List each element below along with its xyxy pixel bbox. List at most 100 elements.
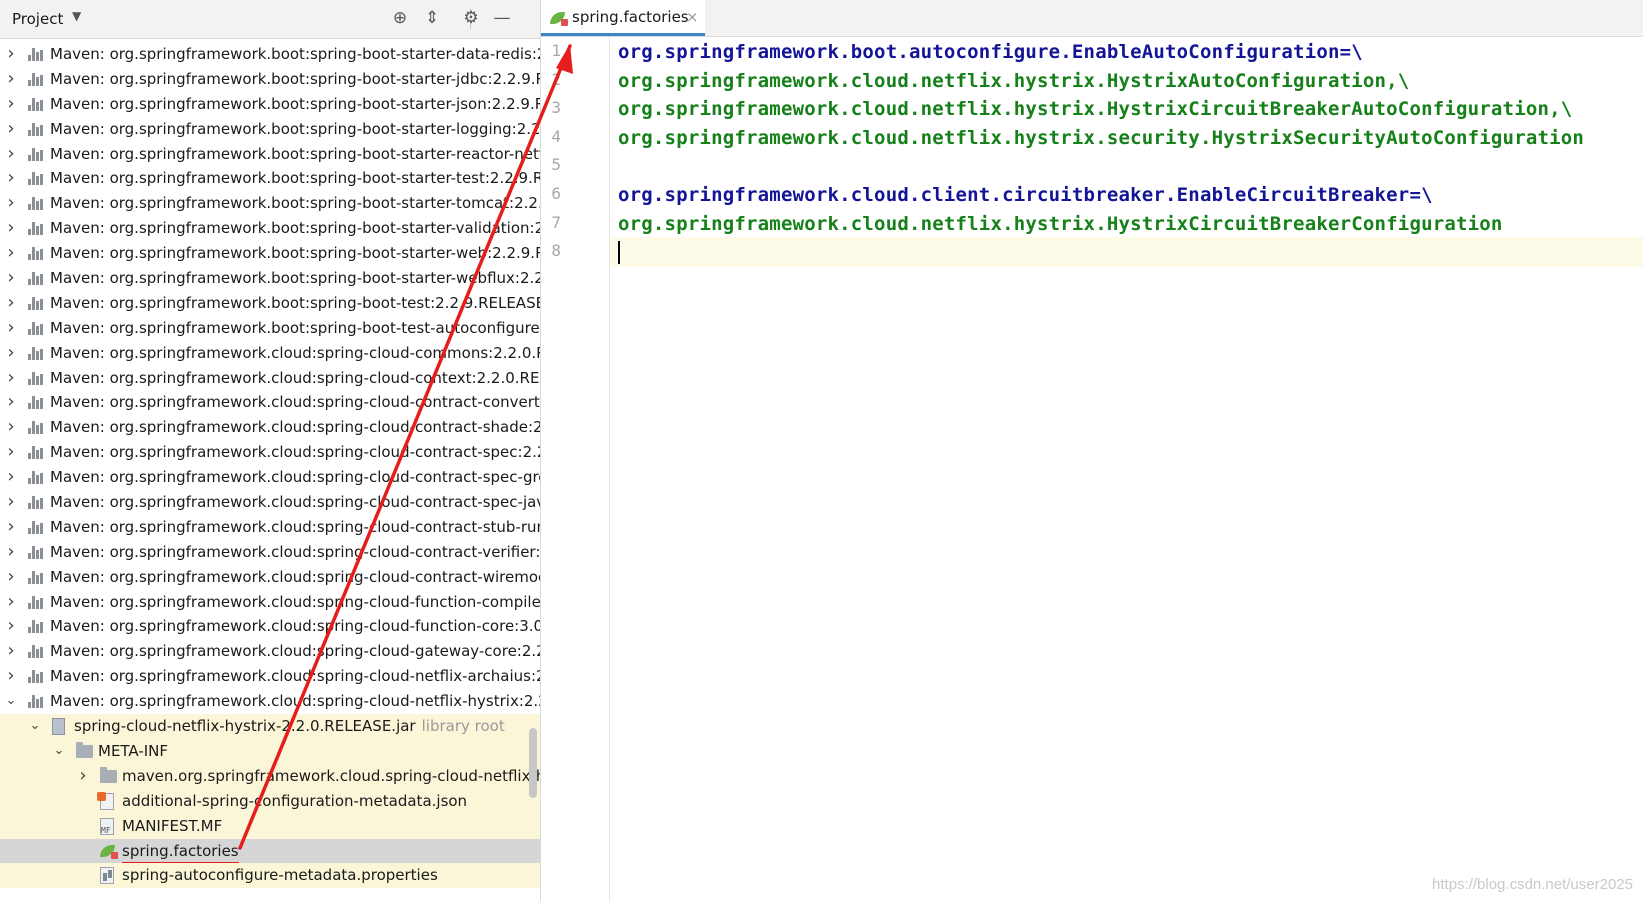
chevron-down-icon[interactable]: ⌄	[4, 689, 18, 714]
chevron-right-icon[interactable]: ›	[4, 490, 18, 515]
tree-item[interactable]: › Maven: org.springframework.cloud:spring…	[0, 565, 540, 590]
chevron-right-icon[interactable]: ›	[4, 142, 18, 167]
tree-item[interactable]: ⌄ Maven: org.springframework.cloud:spring…	[0, 689, 540, 714]
project-panel: Project ▼ ⊕ ⇕ ⚙ — › Maven: org.springfram…	[0, 0, 541, 901]
tree-item[interactable]: › Maven: org.springframework.cloud:spring…	[0, 515, 540, 540]
tree-item-text: MANIFEST.MF	[122, 816, 223, 835]
tree-item[interactable]: spring.factories	[0, 838, 540, 864]
chevron-down-icon[interactable]: ⌄	[52, 739, 66, 764]
tree-item-label: Maven: org.springframework.boot:spring-b…	[50, 142, 540, 167]
editor-area: spring.factories × 1 2 3 4 5 6 7 8 org.springfr…	[541, 0, 1643, 901]
chevron-right-icon[interactable]: ›	[4, 341, 18, 366]
chevron-right-icon[interactable]: ›	[4, 639, 18, 664]
chevron-right-icon[interactable]: ›	[4, 42, 18, 67]
chevron-right-icon[interactable]: ›	[4, 216, 18, 241]
tree-item-label: Maven: org.springframework.cloud:spring-…	[50, 440, 540, 465]
tree-item[interactable]: › Maven: org.springframework.boot:spring-…	[0, 291, 540, 316]
library-icon	[28, 471, 45, 485]
tree-item[interactable]: › Maven: org.springframework.boot:spring-…	[0, 216, 540, 241]
chevron-right-icon[interactable]: ›	[4, 366, 18, 391]
tree-item[interactable]: › Maven: org.springframework.cloud:spring…	[0, 614, 540, 639]
gear-icon[interactable]: ⚙	[461, 8, 481, 28]
tree-item[interactable]: › Maven: org.springframework.cloud:spring…	[0, 639, 540, 664]
tree-item[interactable]: › Maven: org.springframework.cloud:spring…	[0, 366, 540, 391]
chevron-right-icon[interactable]: ›	[4, 440, 18, 465]
tree-item-text: Maven: org.springframework.cloud:spring-…	[50, 418, 540, 437]
project-panel-title[interactable]: Project	[12, 10, 63, 28]
chevron-down-icon[interactable]: ▼	[72, 9, 81, 23]
code-editor[interactable]: org.springframework.boot.autoconfigure.E…	[610, 37, 1643, 901]
library-icon	[28, 97, 45, 111]
tree-item[interactable]: › Maven: org.springframework.boot:spring-…	[0, 92, 540, 117]
chevron-right-icon[interactable]: ›	[4, 565, 18, 590]
chevron-right-icon[interactable]: ›	[4, 316, 18, 341]
tree-item[interactable]: › Maven: org.springframework.boot:spring-…	[0, 67, 540, 92]
chevron-right-icon[interactable]: ›	[4, 415, 18, 440]
line-number: 8	[551, 241, 561, 261]
tree-item-label: Maven: org.springframework.cloud:spring-…	[50, 515, 540, 540]
chevron-right-icon[interactable]: ›	[4, 540, 18, 565]
library-icon	[28, 172, 45, 186]
tree-item[interactable]: › Maven: org.springframework.cloud:spring…	[0, 341, 540, 366]
chevron-right-icon[interactable]: ›	[4, 614, 18, 639]
tree-item[interactable]: › Maven: org.springframework.boot:spring-…	[0, 142, 540, 167]
tree-item[interactable]: ⌄ spring-cloud-netflix-hystrix-2.2.0.RELE…	[0, 714, 540, 739]
library-icon	[28, 147, 45, 161]
collapse-all-icon[interactable]: ⇕	[422, 8, 442, 28]
library-icon	[28, 48, 45, 61]
chevron-right-icon[interactable]: ›	[4, 390, 18, 415]
tree-item[interactable]: › Maven: org.springframework.boot:spring-…	[0, 241, 540, 266]
tree-item[interactable]: MANIFEST.MF	[0, 813, 540, 839]
tab-spring-factories[interactable]: spring.factories ×	[541, 0, 705, 36]
library-root-hint: library root	[421, 717, 505, 736]
tree-item[interactable]: › Maven: org.springframework.boot:spring-…	[0, 42, 540, 67]
locate-icon[interactable]: ⊕	[390, 8, 410, 28]
tree-item[interactable]: › Maven: org.springframework.cloud:spring…	[0, 415, 540, 440]
project-tree: › Maven: org.springframework.boot:spring-…	[0, 42, 540, 889]
chevron-right-icon[interactable]: ›	[4, 291, 18, 316]
tree-item[interactable]: › Maven: org.springframework.boot:spring-…	[0, 117, 540, 142]
library-icon	[28, 296, 45, 310]
hide-panel-icon[interactable]: —	[492, 8, 512, 28]
library-icon	[28, 321, 45, 335]
tree-item[interactable]: › Maven: org.springframework.cloud:spring…	[0, 490, 540, 515]
tree-item[interactable]: › Maven: org.springframework.boot:spring-…	[0, 266, 540, 291]
library-icon	[28, 346, 45, 360]
tree-item[interactable]: spring-autoconfigure-metadata.properties	[0, 863, 540, 889]
tree-item[interactable]: › Maven: org.springframework.cloud:spring…	[0, 390, 540, 415]
chevron-right-icon[interactable]: ›	[4, 465, 18, 490]
chevron-right-icon[interactable]: ›	[4, 266, 18, 291]
tree-scrollbar[interactable]	[529, 728, 537, 798]
tree-item[interactable]: › Maven: org.springframework.cloud:spring…	[0, 590, 540, 615]
chevron-right-icon[interactable]: ›	[4, 117, 18, 142]
tree-item[interactable]: › Maven: org.springframework.cloud:spring…	[0, 440, 540, 465]
tree-item[interactable]: › Maven: org.springframework.cloud:spring…	[0, 664, 540, 689]
tree-item[interactable]: › maven.org.springframework.cloud.spring-…	[0, 763, 540, 789]
chevron-right-icon[interactable]: ›	[4, 664, 18, 689]
chevron-right-icon[interactable]: ›	[4, 590, 18, 615]
chevron-right-icon[interactable]: ›	[4, 67, 18, 92]
tree-item[interactable]: › Maven: org.springframework.cloud:spring…	[0, 465, 540, 490]
tree-item[interactable]: ⌄ META-INF	[0, 738, 540, 764]
library-icon	[28, 570, 45, 584]
chevron-right-icon[interactable]: ›	[4, 166, 18, 191]
library-icon	[28, 396, 45, 410]
chevron-right-icon[interactable]: ›	[4, 515, 18, 540]
tree-item[interactable]: › Maven: org.springframework.cloud:spring…	[0, 540, 540, 565]
tree-item-label: Maven: org.springframework.cloud:spring-…	[50, 614, 540, 639]
chevron-right-icon[interactable]: ›	[4, 191, 18, 216]
chevron-right-icon[interactable]: ›	[76, 764, 90, 789]
close-icon[interactable]: ×	[686, 8, 699, 26]
folder-icon	[100, 766, 117, 783]
tree-item[interactable]: › Maven: org.springframework.boot:spring-…	[0, 191, 540, 216]
code-line: org.springframework.cloud.netflix.hystri…	[618, 212, 1503, 235]
tree-item[interactable]: › Maven: org.springframework.boot:spring-…	[0, 166, 540, 191]
tree-item-text: Maven: org.springframework.boot:spring-b…	[50, 144, 540, 163]
tree-item-text: META-INF	[98, 741, 169, 760]
chevron-right-icon[interactable]: ›	[4, 241, 18, 266]
tree-item-label: Maven: org.springframework.boot:spring-b…	[50, 67, 540, 92]
tree-item[interactable]: additional-spring-configuration-metadata…	[0, 788, 540, 814]
chevron-down-icon[interactable]: ⌄	[28, 714, 42, 739]
chevron-right-icon[interactable]: ›	[4, 92, 18, 117]
tree-item[interactable]: › Maven: org.springframework.boot:spring-…	[0, 316, 540, 341]
